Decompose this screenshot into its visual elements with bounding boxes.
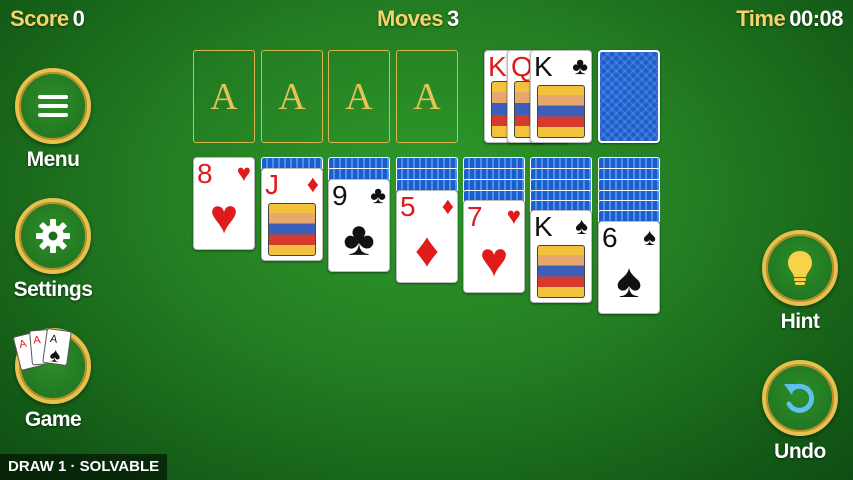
foundation-label: A [345,75,373,118]
time-label: Time [736,6,786,31]
card-rank: K [488,51,507,82]
game-label: Game [24,408,82,431]
game-button[interactable]: A A A ♠ Game [10,328,96,432]
diamond-icon: ♦ [441,193,454,220]
hint-button[interactable]: Hint [757,230,843,334]
card-rank: 9 [332,180,348,211]
tableau-card[interactable]: 7 ♥ ♥ [463,200,525,293]
undo-button[interactable]: Undo [757,360,843,464]
card-rank: 6 [602,222,618,253]
time-display: Time 00:08 [736,6,843,32]
score-value: 0 [72,6,85,31]
card-rank: K [534,211,553,242]
card-rank: 8 [197,158,213,189]
tableau-card[interactable]: 5 ♦ ♦ [396,190,458,283]
king-face-art [537,85,585,138]
hint-icon-circle[interactable] [762,230,838,306]
moves-value: 3 [446,6,459,31]
heart-icon: ♥ [236,160,251,187]
hamburger-icon [38,95,68,117]
foundation-slot[interactable]: A [328,50,390,143]
moves-display: Moves 3 [377,6,459,32]
undo-icon-circle[interactable] [762,360,838,436]
tableau-card[interactable]: 8 ♥ ♥ [193,157,255,250]
foundation-label: A [278,75,306,118]
club-icon: ♣ [370,182,386,209]
tableau-card[interactable]: 9 ♣ ♣ [328,179,390,272]
game-mode-tag: DRAW 1 · SOLVABLE [0,454,168,480]
diamond-icon: ♦ [414,224,440,277]
waste-top-card[interactable]: K ♣ [530,50,592,143]
menu-icon-circle[interactable] [15,68,91,144]
gear-icon [36,219,70,253]
lightbulb-icon [788,251,812,285]
menu-button[interactable]: Menu [10,68,96,172]
settings-icon-circle[interactable] [15,198,91,274]
jack-face-art [268,203,316,256]
heart-icon: ♥ [506,203,521,230]
card-rank: 5 [400,191,416,222]
club-icon: ♣ [343,213,375,266]
undo-icon [784,383,815,413]
diamond-icon: ♦ [306,171,319,198]
settings-label: Settings [13,278,93,301]
spade-icon: ♠ [643,224,656,251]
foundation-slot[interactable]: A [261,50,323,143]
card-rank: 7 [467,201,483,232]
stock-pile[interactable] [598,50,660,143]
hint-label: Hint [780,310,820,333]
foundation-slot[interactable]: A [193,50,255,143]
club-icon: ♣ [572,53,588,80]
moves-label: Moves [377,6,443,31]
foundation-label: A [210,75,238,118]
game-icon-circle[interactable]: A A A ♠ [13,328,91,404]
menu-label: Menu [26,148,80,171]
spade-icon: ♠ [575,213,588,240]
foundation-label: A [413,75,441,118]
undo-label: Undo [774,440,826,463]
time-value: 00:08 [789,6,843,31]
tableau-card[interactable]: K ♠ [530,210,592,303]
card-rank: J [265,169,279,200]
tableau-card[interactable]: J ♦ [261,168,323,261]
score-label: Score [10,6,69,31]
heart-icon: ♥ [479,234,509,287]
tableau-card[interactable]: 6 ♠ ♠ [598,221,660,314]
king-face-art [537,245,585,298]
cards-icon: A A A ♠ [13,328,72,371]
heart-icon: ♥ [209,191,239,244]
spade-icon: ♠ [616,255,642,308]
foundation-slot[interactable]: A [396,50,458,143]
settings-button[interactable]: Settings [10,198,96,302]
card-rank: K [534,51,553,82]
score-display: Score 0 [10,6,85,32]
